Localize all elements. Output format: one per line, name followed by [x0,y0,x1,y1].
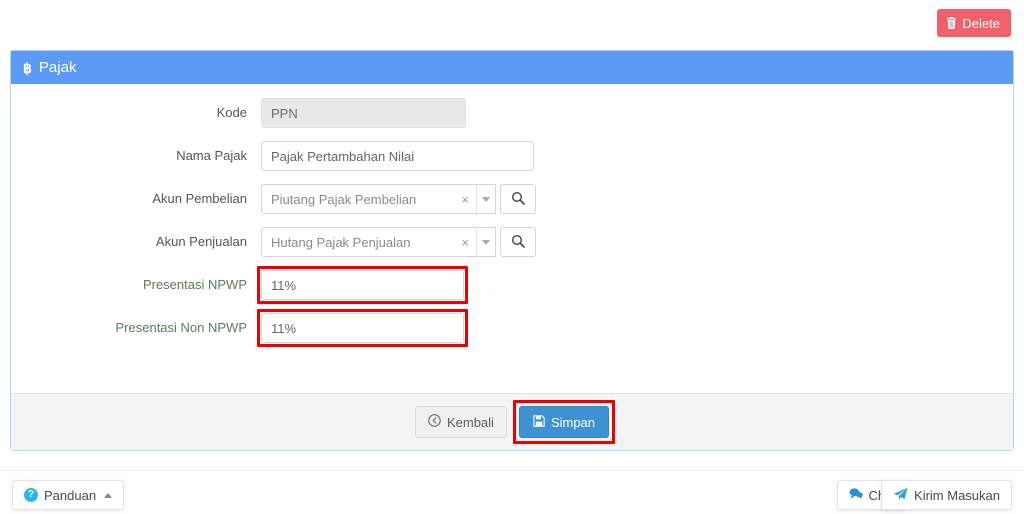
page-footer: ? Panduan Chat Kirim Masukan [0,470,1024,514]
chevron-down-icon[interactable] [476,185,495,213]
akun-pembelian-select[interactable]: Piutang Pajak Pembelian × [261,184,496,214]
trash-icon [946,17,957,29]
akun-penjualan-value: Hutang Pajak Penjualan [271,234,411,250]
panduan-button[interactable]: ? Panduan [12,480,125,510]
chevron-down-icon[interactable] [476,228,495,256]
akun-pembelian-value: Piutang Pajak Pembelian [271,191,417,207]
panel-header: ฿ Pajak [11,51,1013,84]
label-akun-pembelian: Akun Pembelian [152,191,247,206]
control-presentasi-non-npwp [257,309,468,347]
top-action-bar: Delete [0,0,1024,44]
akun-penjualan-select[interactable]: Hutang Pajak Penjualan × [261,227,496,257]
pajak-panel: ฿ Pajak Kode Nama Pajak Akun Pembelian P… [10,50,1014,451]
panduan-button-label: Panduan [44,487,97,503]
chat-bubble-icon [849,487,863,503]
control-kode [261,98,466,128]
form-row-presentasi-non-npwp: Presentasi Non NPWP [11,309,1013,347]
panel-footer: Kembali Simpan [11,393,1013,450]
akun-pembelian-search-button[interactable] [500,184,536,214]
panel-body: Kode Nama Pajak Akun Pembelian Piutang P… [11,84,1013,393]
label-kode: Kode [216,105,247,120]
save-button-wrapper: Simpan [512,400,616,444]
label-nama-pajak: Nama Pajak [176,148,247,163]
nama-pajak-input[interactable] [261,141,534,171]
control-nama-pajak [261,141,534,171]
search-icon [511,234,525,251]
bitcoin-icon: ฿ [23,59,32,76]
control-presentasi-npwp [257,266,468,304]
label-akun-penjualan: Akun Penjualan [155,234,247,249]
presentasi-non-npwp-input[interactable] [261,313,464,343]
label-presentasi-non-npwp: Presentasi Non NPWP [115,320,248,335]
panel-title: Pajak [38,59,77,76]
form-row-kode: Kode [11,98,1013,128]
save-button-label: Simpan [550,414,596,430]
kirim-masukan-button-label: Kirim Masukan [914,487,1000,503]
akun-pembelian-select-group: Piutang Pajak Pembelian × [261,184,536,214]
akun-penjualan-search-button[interactable] [500,227,536,257]
clear-icon[interactable]: × [454,236,476,249]
form-row-nama-pajak: Nama Pajak [11,141,1013,171]
save-button[interactable]: Simpan [518,406,610,438]
delete-button[interactable]: Delete [937,9,1011,37]
form-row-presentasi-npwp: Presentasi NPWP [11,266,1013,304]
presentasi-npwp-input[interactable] [261,270,464,300]
kode-input [261,98,466,128]
delete-button-label: Delete [962,15,1000,31]
clear-icon[interactable]: × [454,193,476,206]
akun-penjualan-select-group: Hutang Pajak Penjualan × [261,227,536,257]
paper-plane-icon [893,487,908,504]
save-disk-icon [533,414,545,430]
search-icon [511,191,525,208]
form-row-akun-penjualan: Akun Penjualan Hutang Pajak Penjualan × [11,227,1013,257]
chevron-up-icon [104,492,113,498]
question-mark-icon: ? [24,488,38,502]
form-row-akun-pembelian: Akun Pembelian Piutang Pajak Pembelian × [11,184,1013,214]
control-akun-penjualan: Hutang Pajak Penjualan × [261,227,536,257]
control-akun-pembelian: Piutang Pajak Pembelian × [261,184,536,214]
back-button[interactable]: Kembali [414,406,507,438]
label-presentasi-npwp: Presentasi NPWP [142,277,247,292]
kirim-masukan-button[interactable]: Kirim Masukan [881,480,1012,510]
back-arrow-icon [428,414,441,430]
back-button-label: Kembali [446,414,494,430]
